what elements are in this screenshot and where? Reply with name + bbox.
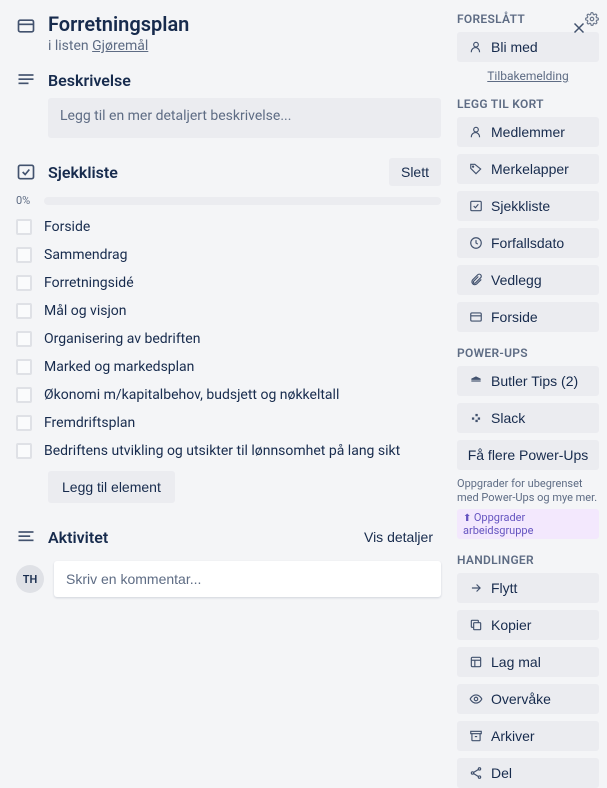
watch-icon (467, 692, 485, 706)
side-btn-label: Vedlegg (491, 272, 542, 288)
close-button[interactable] (563, 12, 595, 44)
due-icon (467, 236, 485, 250)
add-checklist-item-button[interactable]: Legg til element (48, 471, 175, 503)
members-icon (467, 125, 485, 139)
checklist-section: Sjekkliste Slett 0% Forside Sammendrag For… (16, 158, 441, 503)
checklist-item-label: Forretningsidé (44, 275, 134, 291)
checklist-item[interactable]: Forretningsidé (16, 269, 441, 297)
add-due-button[interactable]: Forfallsdato (457, 228, 599, 258)
powerup-butler-button[interactable]: Butler Tips (2) (457, 366, 599, 396)
delete-checklist-button[interactable]: Slett (389, 158, 441, 186)
comment-input[interactable] (54, 561, 441, 597)
side-btn-label: Forside (491, 309, 538, 325)
side-btn-label: Arkiver (491, 728, 535, 744)
side-btn-label: Kopier (491, 617, 531, 633)
toggle-activity-button[interactable]: Vis detaljer (356, 523, 441, 551)
action-watch-button[interactable]: Overvåke (457, 684, 599, 714)
checklist-item-label: Mål og visjon (44, 303, 127, 319)
checkbox[interactable] (16, 331, 32, 347)
checklist-item-label: Fremdriftsplan (44, 415, 135, 431)
description-input[interactable]: Legg til en mer detaljert beskrivelse... (48, 98, 441, 138)
checklist-item[interactable]: Fremdriftsplan (16, 409, 441, 437)
checklist-progress-bar (44, 197, 441, 205)
powerup-slack-button[interactable]: Slack (457, 403, 599, 433)
side-btn-label: Butler Tips (2) (491, 373, 578, 389)
side-btn-label: Overvåke (491, 691, 551, 707)
checklist-item-label: Forside (44, 219, 90, 235)
add-labels-button[interactable]: Merkelapper (457, 154, 599, 184)
checkbox[interactable] (16, 219, 32, 235)
checkbox[interactable] (16, 275, 32, 291)
card-header: Forretningsplan i listen Gjøremål (16, 12, 441, 54)
checklist-item[interactable]: Sammendrag (16, 241, 441, 269)
checkbox[interactable] (16, 415, 32, 431)
side-btn-label: Medlemmer (491, 124, 565, 140)
add-checklist-button[interactable]: Sjekkliste (457, 191, 599, 221)
action-template-button[interactable]: Lag mal (457, 647, 599, 677)
checkbox[interactable] (16, 387, 32, 403)
checkbox[interactable] (16, 247, 32, 263)
attachment-icon (467, 273, 485, 287)
checklist-icon (16, 162, 40, 182)
checklist-heading: Sjekkliste (48, 163, 389, 182)
action-share-button[interactable]: Del (457, 758, 599, 788)
activity-section: Aktivitet Vis detaljer TH (16, 523, 441, 597)
list-location: i listen Gjøremål (48, 38, 441, 54)
description-heading: Beskrivelse (48, 71, 441, 90)
person-icon (467, 40, 485, 54)
checklist-item-label: Økonomi m/kapitalbehov, budsjett og nøkk… (44, 387, 339, 403)
powerups-heading: Power-Ups (457, 346, 599, 360)
checklist-item-label: Bedriftens utvikling og utsikter til løn… (44, 443, 400, 459)
side-btn-label: Forfallsdato (491, 235, 564, 251)
side-btn-label: Lag mal (491, 654, 541, 670)
checklist-icon (467, 199, 485, 213)
actions-heading: Handlinger (457, 553, 599, 567)
copy-icon (467, 618, 485, 632)
checklist-progress-percent: 0% (16, 194, 44, 207)
side-btn-label: Slack (491, 410, 525, 426)
card-icon (16, 16, 40, 36)
checklist-item[interactable]: Organisering av bedriften (16, 325, 441, 353)
checkbox[interactable] (16, 359, 32, 375)
activity-heading: Aktivitet (48, 528, 356, 547)
checklist-item-label: Sammendrag (44, 247, 127, 263)
feedback-link[interactable]: Tilbakemelding (457, 69, 599, 83)
user-avatar[interactable]: TH (16, 565, 44, 593)
template-icon (467, 655, 485, 669)
action-move-button[interactable]: Flytt (457, 573, 599, 603)
checklist-item-label: Marked og markedsplan (44, 359, 194, 375)
side-btn-label: Flytt (491, 580, 517, 596)
move-icon (467, 581, 485, 595)
checklist-item[interactable]: Forside (16, 213, 441, 241)
activity-icon (16, 527, 40, 547)
action-archive-button[interactable]: Arkiver (457, 721, 599, 751)
description-icon (16, 70, 40, 90)
checkbox[interactable] (16, 443, 32, 459)
description-section: Beskrivelse Legg til en mer detaljert be… (16, 70, 441, 138)
checklist-item[interactable]: Mål og visjon (16, 297, 441, 325)
slack-icon (467, 411, 485, 425)
action-copy-button[interactable]: Kopier (457, 610, 599, 640)
list-link[interactable]: Gjøremål (92, 38, 148, 54)
side-btn-label: Del (491, 765, 512, 781)
more-powerups-button[interactable]: Få flere Power-Ups (457, 440, 599, 470)
add-to-card-heading: Legg til kort (457, 97, 599, 111)
card-title[interactable]: Forretningsplan (48, 12, 441, 36)
checklist-item-label: Organisering av bedriften (44, 331, 200, 347)
archive-icon (467, 729, 485, 743)
upgrade-badge[interactable]: Oppgrader arbeidsgruppe (457, 509, 599, 539)
side-btn-label: Sjekkliste (491, 198, 550, 214)
checklist-item[interactable]: Marked og markedsplan (16, 353, 441, 381)
add-members-button[interactable]: Medlemmer (457, 117, 599, 147)
butler-icon (467, 374, 485, 388)
side-btn-label: Merkelapper (491, 161, 569, 177)
labels-icon (467, 162, 485, 176)
cover-icon (467, 310, 485, 324)
checklist-item[interactable]: Bedriftens utvikling og utsikter til løn… (16, 437, 441, 465)
checkbox[interactable] (16, 303, 32, 319)
add-cover-button[interactable]: Forside (457, 302, 599, 332)
checklist-item[interactable]: Økonomi m/kapitalbehov, budsjett og nøkk… (16, 381, 441, 409)
upgrade-note: Oppgrader for ubegrenset med Power-Ups o… (457, 477, 599, 505)
add-attachment-button[interactable]: Vedlegg (457, 265, 599, 295)
